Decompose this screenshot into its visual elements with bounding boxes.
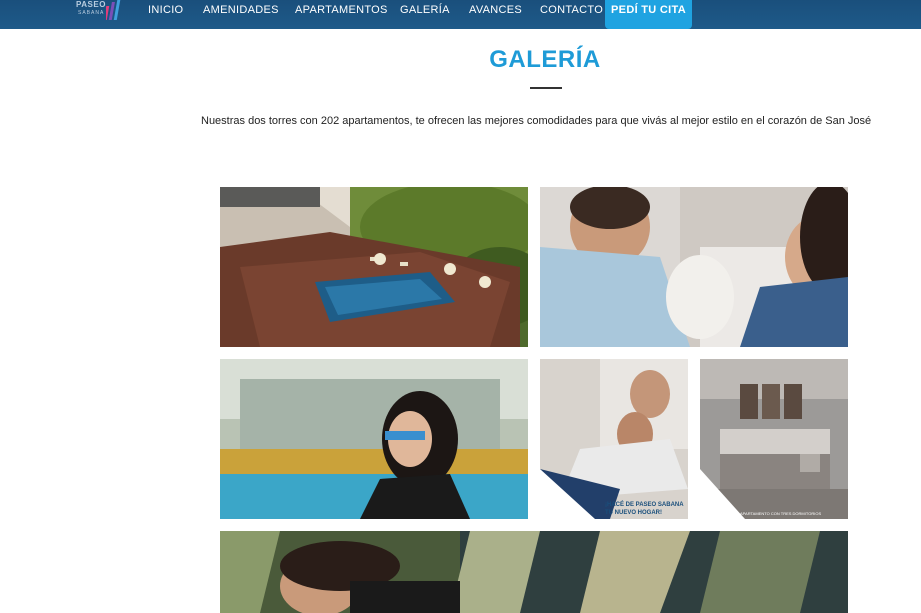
logo-wordmark: PASEO <box>76 0 106 9</box>
title-divider <box>530 87 562 89</box>
promo-caption-line2: TU NUEVO HOGAR! <box>605 510 662 516</box>
promo-caption-line1: ¡HACÉ DE PASEO SABANA <box>605 502 684 508</box>
nav-contacto[interactable]: CONTACTO <box>540 0 603 20</box>
woman-pool-image <box>220 359 528 519</box>
gallery-image-rooftop-pool[interactable] <box>220 187 528 347</box>
page-title: GALERÍA <box>489 46 601 73</box>
couple-promo-image <box>540 359 688 519</box>
nav-avances[interactable]: AVANCES <box>469 0 522 20</box>
gallery-image-couple-dog[interactable] <box>540 187 848 347</box>
logo-stripes-icon <box>106 0 121 20</box>
bedroom-caption: APARTAMENTO CON TRES DORMITORIOS <box>740 511 822 516</box>
nav-apartamentos[interactable]: APARTAMENTOS <box>295 0 388 20</box>
intro-text: Nuestras dos torres con 202 apartamentos… <box>201 115 872 127</box>
nav-inicio[interactable]: INICIO <box>148 0 183 20</box>
palm-leaves-image <box>220 531 848 613</box>
paseo-sabana-logo[interactable]: PASEO SABANA <box>76 0 126 22</box>
nav-galeria[interactable]: GALERÍA <box>400 0 450 20</box>
gallery-image-bedroom[interactable] <box>700 359 848 519</box>
top-navbar: PASEO SABANA INICIO AMENIDADES APARTAMEN… <box>0 0 921 29</box>
nav-amenidades[interactable]: AMENIDADES <box>203 0 279 20</box>
rooftop-pool-image <box>220 187 528 347</box>
gallery-image-palm-leaves[interactable] <box>220 531 848 613</box>
gallery-image-couple-promo[interactable] <box>540 359 688 519</box>
gallery-image-woman-pool[interactable] <box>220 359 528 519</box>
logo-subtext: SABANA <box>78 10 105 16</box>
bedroom-image <box>700 359 848 519</box>
couple-dog-image <box>540 187 848 347</box>
book-appointment-button[interactable]: PEDÍ TU CITA <box>605 0 692 29</box>
